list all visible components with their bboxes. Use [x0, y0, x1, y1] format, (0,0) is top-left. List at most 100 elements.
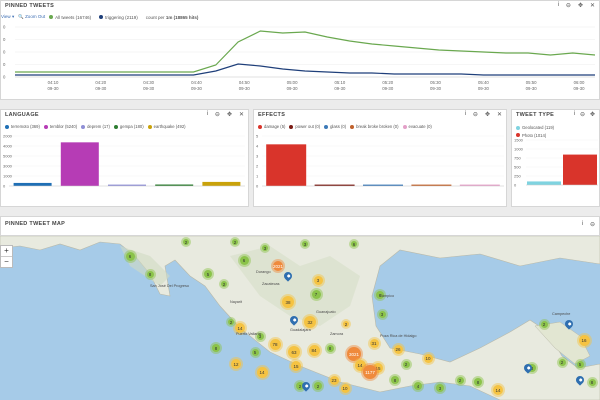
map-cluster[interactable]: 8: [212, 344, 220, 352]
panel-controls: i ⊖ ✥ ✕: [465, 111, 502, 118]
info-icon[interactable]: i: [465, 111, 466, 118]
map-pin-icon[interactable]: [282, 270, 294, 282]
delete-icon[interactable]: ⊖: [590, 221, 595, 228]
map-cluster[interactable]: 3: [302, 241, 308, 247]
map-cluster[interactable]: 7: [311, 289, 321, 299]
map-cluster[interactable]: 14: [256, 366, 268, 378]
map-cluster[interactable]: 5: [204, 270, 212, 278]
x-tick-date: 09-30: [574, 86, 586, 91]
map-cluster[interactable]: 2: [228, 319, 234, 325]
map-cluster[interactable]: 8: [474, 378, 482, 386]
info-icon[interactable]: i: [582, 221, 583, 228]
map-cluster[interactable]: 23: [329, 375, 339, 385]
map-cluster[interactable]: 8: [588, 378, 596, 386]
map-cluster[interactable]: 63: [288, 346, 300, 358]
map-cluster[interactable]: 6: [351, 241, 357, 247]
zoom-out-button[interactable]: 🔍 Zoom Out: [18, 14, 45, 20]
legend-item-triggering[interactable]: triggering (2119): [99, 15, 138, 20]
map-cluster[interactable]: 84: [308, 344, 320, 356]
map-cluster[interactable]: 6: [239, 255, 249, 265]
move-icon[interactable]: ✥: [590, 111, 595, 118]
map-cluster[interactable]: 2: [183, 239, 189, 245]
map-cluster[interactable]: 15: [291, 361, 301, 371]
map-cluster[interactable]: 2: [232, 239, 238, 245]
info-icon[interactable]: i: [574, 111, 575, 118]
legend-item[interactable]: power out (0): [289, 124, 320, 129]
view-button[interactable]: View ▾: [1, 14, 14, 20]
map-cluster[interactable]: 3: [262, 245, 268, 251]
legend-item[interactable]: deprem (17): [81, 124, 110, 129]
move-icon[interactable]: ✥: [485, 111, 490, 118]
map-cluster[interactable]: 6: [125, 251, 135, 261]
map-cluster[interactable]: 31: [369, 338, 379, 348]
map-cluster[interactable]: 2: [314, 382, 322, 390]
map-cluster[interactable]: 3021: [347, 347, 361, 361]
close-icon[interactable]: ✕: [497, 111, 502, 118]
map-cluster[interactable]: 32: [304, 316, 316, 328]
tweet-map[interactable]: 6 2 8 5 6 2 3 3 6 2021 3 38 7 6 2 32 14 63 2 78 3 84 8 3021 31 3 2…: [0, 236, 600, 400]
map-panel-header: PINNED TWEET MAP i ⊖: [0, 216, 600, 236]
map-cluster[interactable]: 2: [558, 358, 566, 366]
close-icon[interactable]: ✕: [239, 111, 244, 118]
map-cluster[interactable]: 26: [393, 344, 403, 354]
map-cluster[interactable]: 2: [221, 281, 227, 287]
x-tick-date: 09-30: [430, 86, 442, 91]
map-cluster[interactable]: 8: [391, 376, 399, 384]
map-pin-icon[interactable]: [574, 374, 586, 386]
y-tick-label: 0: [256, 184, 259, 189]
legend-item[interactable]: damage (5): [258, 124, 285, 129]
legend-item[interactable]: gempa (180): [113, 124, 144, 129]
count-interval[interactable]: 1m: [166, 15, 173, 20]
map-cluster[interactable]: 12: [231, 359, 241, 369]
info-icon[interactable]: i: [558, 2, 559, 9]
timeline-chart: 0000004:1009-3004:2009-3004:3009-3004:40…: [3, 25, 596, 91]
map-cluster[interactable]: 2: [456, 376, 464, 384]
legend-item[interactable]: evacuate (0): [402, 124, 432, 129]
map-cluster[interactable]: 3: [313, 275, 323, 285]
legend-item[interactable]: earthquake (492): [147, 124, 186, 129]
legend-label: damage (5): [264, 124, 286, 129]
map-cluster[interactable]: 8: [326, 344, 334, 352]
zoom-out-button[interactable]: −: [1, 257, 12, 267]
map-cluster[interactable]: 8: [146, 270, 154, 278]
move-icon[interactable]: ✥: [227, 111, 232, 118]
map-pin-icon[interactable]: [288, 314, 300, 326]
map-cluster[interactable]: 2: [540, 320, 548, 328]
delete-icon[interactable]: ⊖: [566, 2, 571, 9]
delete-icon[interactable]: ⊖: [473, 111, 478, 118]
map-cluster[interactable]: 5: [576, 360, 584, 368]
map-cluster[interactable]: 2: [343, 321, 349, 327]
y-tick-label: 1500: [514, 138, 524, 143]
x-tick-label: 05:10: [335, 80, 346, 85]
legend-item-all-tweets[interactable]: All tweets (16746): [49, 15, 91, 20]
legend-item[interactable]: temblor (5240): [43, 124, 77, 129]
map-cluster[interactable]: 38: [282, 296, 294, 308]
map-cluster[interactable]: 2: [402, 360, 410, 368]
map-cluster[interactable]: 16: [578, 334, 590, 346]
move-icon[interactable]: ✥: [578, 2, 583, 9]
timeline-panel: PINNED TWEETS i ⊖ ✥ ✕ View ▾ 🔍 Zoom Out …: [0, 0, 600, 100]
map-cluster[interactable]: 3: [436, 384, 444, 392]
close-icon[interactable]: ✕: [590, 2, 595, 9]
zoom-in-button[interactable]: +: [1, 246, 12, 257]
map-cluster[interactable]: 4: [414, 382, 422, 390]
legend-label: gempa (180): [119, 124, 144, 129]
legend-item[interactable]: break broke broken (0): [350, 124, 399, 129]
map-cluster[interactable]: 2021: [273, 261, 283, 271]
map-cluster[interactable]: 78: [269, 338, 281, 350]
map-cluster[interactable]: 10: [423, 353, 433, 363]
legend-item[interactable]: terremoto (369): [5, 124, 40, 129]
y-tick-label: 4000: [3, 144, 13, 149]
legend-item[interactable]: glass (0): [324, 124, 346, 129]
delete-icon[interactable]: ⊖: [580, 111, 585, 118]
info-icon[interactable]: i: [207, 111, 208, 118]
delete-icon[interactable]: ⊖: [215, 111, 220, 118]
legend-label: glass (0): [330, 124, 347, 129]
legend-item[interactable]: Geolocated (119): [516, 124, 554, 131]
map-cluster[interactable]: 3: [378, 310, 386, 318]
map-cluster[interactable]: 10: [340, 383, 350, 393]
map-cluster[interactable]: 1177: [363, 365, 377, 379]
map-cluster[interactable]: 14: [493, 385, 503, 395]
map-pin-icon[interactable]: [563, 318, 575, 330]
map-cluster[interactable]: 5: [251, 348, 259, 356]
